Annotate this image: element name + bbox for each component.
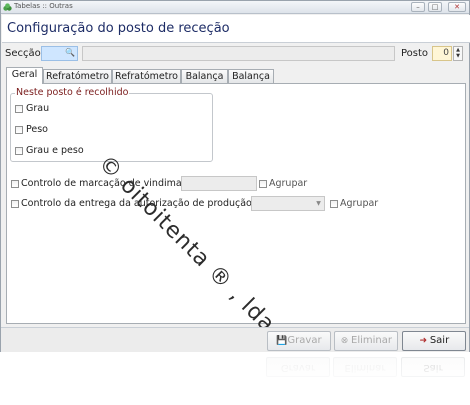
maximize-button[interactable]: □ — [428, 2, 442, 12]
recolhido-group-title: Neste posto é recolhido — [15, 87, 130, 98]
action-bar: 💾Gravar ⊗ Eliminar ➜ Sair — [1, 327, 469, 352]
grau-e-peso-checkbox[interactable] — [15, 147, 23, 155]
tab-refratometro-2[interactable]: Refratómetro 2 — [112, 69, 181, 95]
title-bar: Tabelas :: Outras – □ ✕ — [1, 1, 469, 14]
gravar-button-label: Gravar — [287, 335, 322, 346]
spin-down-icon[interactable]: ▼ — [454, 53, 462, 59]
page-title: Configuração do posto de receção — [7, 21, 230, 36]
sair-button[interactable]: ➜ Sair — [402, 331, 466, 351]
tab-balanca-2[interactable]: Balança 2 — [228, 69, 274, 95]
agrupar-vindima-label: Agrupar — [269, 178, 308, 189]
seccao-label: Secção — [5, 48, 41, 59]
tab-geral[interactable]: Geral — [6, 67, 43, 84]
posto-label: Posto — [401, 48, 429, 59]
controlo-vindima-checkbox[interactable] — [11, 180, 19, 188]
agrupar-autorizacao-label: Agrupar — [340, 198, 379, 209]
window-title: Tabelas :: Outras — [14, 2, 73, 10]
save-icon: 💾 — [276, 336, 288, 346]
controlo-autorizacao-checkbox[interactable] — [11, 200, 19, 208]
exit-icon: ➜ — [419, 336, 428, 346]
tab-balanca-1[interactable]: Balança 1 — [181, 69, 228, 95]
eliminar-button-label: Eliminar — [351, 335, 392, 346]
grau-label: Grau — [26, 103, 50, 114]
posto-spinner[interactable]: ▲ ▼ — [453, 46, 463, 61]
filter-row: Secção 🔍 Posto 0 ▲ ▼ — [1, 44, 469, 63]
agrupar-vindima-checkbox[interactable] — [259, 180, 267, 188]
sair-button-label: Sair — [429, 335, 450, 346]
minimize-button[interactable]: – — [411, 2, 425, 12]
search-icon[interactable]: 🔍 — [65, 48, 75, 57]
grau-e-peso-label: Grau e peso — [26, 145, 84, 156]
controlo-vindima-label: Controlo de marcação de vindima — [21, 178, 182, 189]
app-icon — [3, 3, 12, 11]
gravar-button[interactable]: 💾Gravar — [267, 331, 331, 351]
reflection-fade — [0, 353, 470, 405]
controlo-autorizacao-select[interactable]: ▼ — [251, 196, 325, 211]
chevron-down-icon[interactable]: ▼ — [314, 198, 323, 209]
delete-icon: ⊗ — [340, 336, 349, 346]
peso-label: Peso — [26, 124, 48, 135]
agrupar-autorizacao-checkbox[interactable] — [330, 200, 338, 208]
eliminar-button[interactable]: ⊗ Eliminar — [334, 331, 398, 351]
tab-refratometro-1[interactable]: Refratómetro 1 — [43, 69, 112, 95]
peso-checkbox[interactable] — [15, 126, 23, 134]
application-window: Tabelas :: Outras – □ ✕ Configuração do … — [0, 0, 470, 352]
seccao-description-field — [82, 46, 395, 61]
controlo-vindima-input[interactable] — [181, 176, 257, 191]
posto-input[interactable]: 0 — [432, 46, 452, 61]
page-header: Configuração do posto de receção — [2, 15, 470, 43]
grau-checkbox[interactable] — [15, 105, 23, 113]
seccao-code-input[interactable]: 🔍 — [41, 46, 78, 61]
close-button[interactable]: ✕ — [448, 2, 466, 12]
